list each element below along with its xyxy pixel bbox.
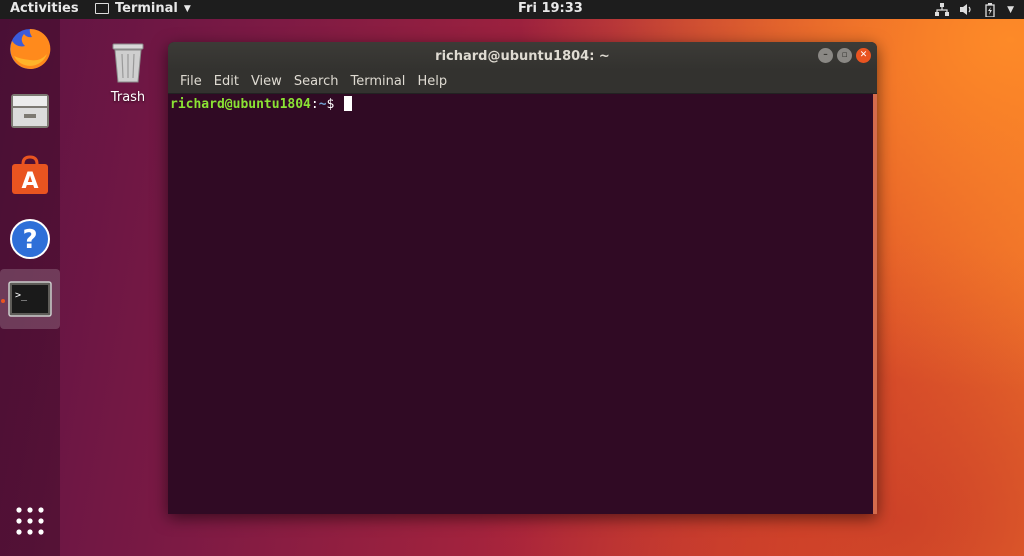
terminal-scrollbar[interactable] bbox=[873, 94, 877, 514]
window-titlebar[interactable]: richard@ubuntu1804: ~ – ▫ ✕ bbox=[168, 42, 877, 70]
volume-icon bbox=[959, 3, 973, 16]
dock-item-software[interactable]: A bbox=[6, 151, 54, 199]
activities-button[interactable]: Activities bbox=[10, 1, 79, 16]
menu-view[interactable]: View bbox=[245, 74, 288, 89]
window-title: richard@ubuntu1804: ~ bbox=[435, 48, 610, 64]
svg-text:>_: >_ bbox=[15, 290, 28, 301]
svg-text:?: ? bbox=[22, 225, 37, 255]
terminal-icon bbox=[95, 3, 109, 14]
firefox-icon bbox=[10, 28, 51, 69]
minimize-button[interactable]: – bbox=[818, 48, 833, 63]
app-menu-label: Terminal bbox=[115, 1, 178, 16]
menu-search[interactable]: Search bbox=[288, 74, 345, 89]
menu-edit[interactable]: Edit bbox=[208, 74, 245, 89]
dock-item-files[interactable] bbox=[6, 87, 54, 135]
app-menu[interactable]: Terminal ▼ bbox=[95, 1, 191, 16]
terminal-icon: >_ bbox=[8, 281, 52, 317]
prompt-separator: : bbox=[310, 97, 319, 112]
system-tray[interactable]: ▼ bbox=[935, 0, 1014, 19]
menu-bar: File Edit View Search Terminal Help bbox=[168, 70, 877, 94]
trash-label: Trash bbox=[110, 90, 146, 105]
prompt-user-host: richard@ubuntu1804 bbox=[170, 97, 311, 112]
menu-file[interactable]: File bbox=[174, 74, 208, 89]
maximize-button[interactable]: ▫ bbox=[837, 48, 852, 63]
chevron-down-icon: ▼ bbox=[183, 3, 191, 14]
prompt-line: richard@ubuntu1804:~$ bbox=[170, 96, 875, 112]
menu-terminal[interactable]: Terminal bbox=[344, 74, 411, 89]
close-button[interactable]: ✕ bbox=[856, 48, 871, 63]
clock[interactable]: Fri 19:33 bbox=[518, 1, 583, 16]
terminal-output[interactable]: richard@ubuntu1804:~$ bbox=[168, 94, 877, 514]
dock-item-terminal[interactable]: >_ bbox=[0, 269, 60, 329]
top-bar: Activities Terminal ▼ Fri 19:33 ▼ bbox=[0, 0, 1024, 19]
svg-text:A: A bbox=[21, 169, 38, 194]
menu-help[interactable]: Help bbox=[411, 74, 453, 89]
prompt-symbol: $ bbox=[326, 97, 343, 112]
files-icon bbox=[11, 94, 49, 128]
dock-item-help[interactable]: ? bbox=[6, 215, 54, 263]
trash-icon bbox=[112, 43, 144, 83]
chevron-down-icon: ▼ bbox=[1007, 4, 1014, 15]
terminal-window[interactable]: richard@ubuntu1804: ~ – ▫ ✕ File Edit Vi… bbox=[168, 42, 877, 514]
prompt-path: ~ bbox=[318, 97, 327, 112]
software-icon: A bbox=[12, 155, 48, 194]
dock-item-show-applications[interactable] bbox=[6, 497, 54, 545]
apps-grid-icon bbox=[16, 507, 44, 535]
dock: A ? >_ bbox=[0, 19, 60, 556]
dock-item-firefox[interactable] bbox=[6, 25, 54, 73]
text-cursor bbox=[344, 96, 353, 111]
help-icon: ? bbox=[10, 219, 50, 259]
desktop-trash[interactable]: Trash bbox=[102, 40, 154, 105]
network-icon bbox=[935, 3, 950, 16]
battery-icon bbox=[983, 2, 997, 17]
active-indicator bbox=[1, 299, 5, 303]
